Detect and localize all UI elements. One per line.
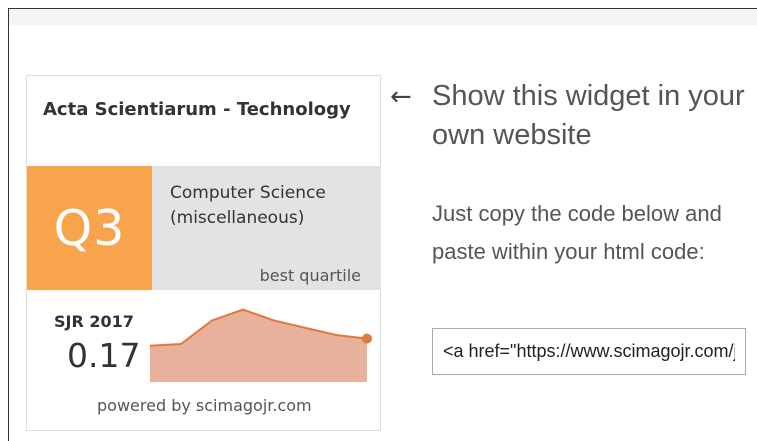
trend-area [150,309,367,382]
sjr-value: 0.17 [67,336,141,375]
quartile-value: Q3 [53,199,126,257]
page-frame: Acta Scientiarum - Technology Q3 Compute… [8,8,757,441]
sjr-widget[interactable]: Acta Scientiarum - Technology Q3 Compute… [26,75,381,431]
left-arrow-icon: ← [390,82,412,112]
quartile-box: Q3 [27,166,152,290]
category-box: Computer Science (miscellaneous) best qu… [152,166,381,290]
journal-title: Acta Scientiarum - Technology [43,99,351,120]
top-strip [9,9,757,25]
embed-code-input[interactable] [433,329,745,374]
quartile-caption: best quartile [259,266,361,285]
sjr-trend-chart [150,308,372,382]
sjr-label: SJR 2017 [54,312,134,331]
powered-by-link[interactable]: powered by scimagojr.com [97,396,312,415]
embed-code-box[interactable] [432,328,746,375]
promo-instructions: Just copy the code below and paste withi… [432,201,722,264]
trend-end-dot [362,333,372,344]
promo-title: Show this widget in your own website [432,80,745,151]
category-name: Computer Science (miscellaneous) [170,183,326,228]
